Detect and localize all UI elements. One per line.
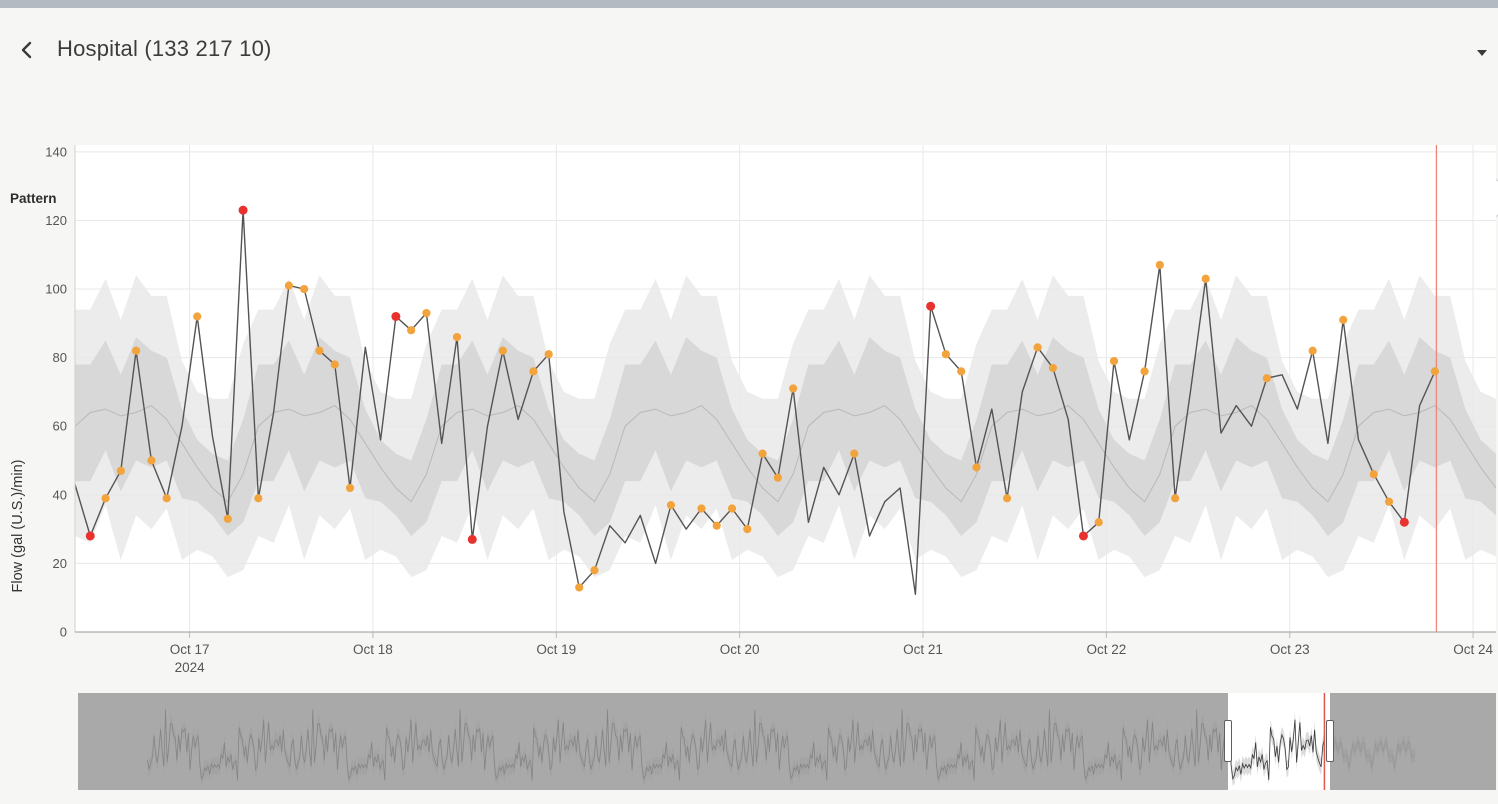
- svg-text:Oct 19: Oct 19: [536, 642, 576, 657]
- header: Hospital (133 217 10): [0, 8, 1498, 86]
- chevron-left-icon: [17, 40, 37, 60]
- navigator-mask-left[interactable]: [78, 693, 1228, 790]
- main-chart-svg[interactable]: 0 20 40 60 80 100 120 140 Oct 17 2024 Oct 18 Oct 19…: [0, 140, 1498, 690]
- svg-text:120: 120: [45, 213, 67, 228]
- svg-text:Oct 17: Oct 17: [170, 642, 210, 657]
- svg-text:Oct 18: Oct 18: [353, 642, 393, 657]
- toolbar: Pattern Last 2 months Interval 1 hour !: [0, 86, 1498, 136]
- caret-down-icon: [1476, 49, 1488, 57]
- flow-chart: Flow (gal (U.S.)/min) 020406080100120140…: [0, 140, 1498, 690]
- svg-text:0: 0: [60, 625, 67, 640]
- y-axis-title: Flow (gal (U.S.)/min): [10, 296, 26, 756]
- svg-text:Oct 22: Oct 22: [1086, 642, 1126, 657]
- back-button[interactable]: [10, 34, 44, 68]
- window-top-strip: [0, 0, 1498, 8]
- range-navigator[interactable]: [78, 693, 1496, 790]
- svg-text:Oct 21: Oct 21: [903, 642, 943, 657]
- svg-text:Oct 24: Oct 24: [1453, 642, 1493, 657]
- svg-text:100: 100: [45, 282, 67, 297]
- navigator-mask-right[interactable]: [1330, 693, 1496, 790]
- svg-text:40: 40: [53, 487, 67, 502]
- svg-text:Oct 20: Oct 20: [720, 642, 760, 657]
- svg-text:80: 80: [53, 350, 67, 365]
- svg-text:60: 60: [53, 419, 67, 434]
- navigator-handle-right[interactable]: [1326, 720, 1334, 762]
- svg-text:2024: 2024: [175, 660, 206, 675]
- svg-text:Oct 23: Oct 23: [1270, 642, 1310, 657]
- header-collapse-caret[interactable]: [1476, 44, 1492, 56]
- svg-text:140: 140: [45, 144, 67, 159]
- svg-text:20: 20: [53, 556, 67, 571]
- navigator-handle-left[interactable]: [1224, 720, 1232, 762]
- page-title: Hospital (133 217 10): [57, 36, 272, 62]
